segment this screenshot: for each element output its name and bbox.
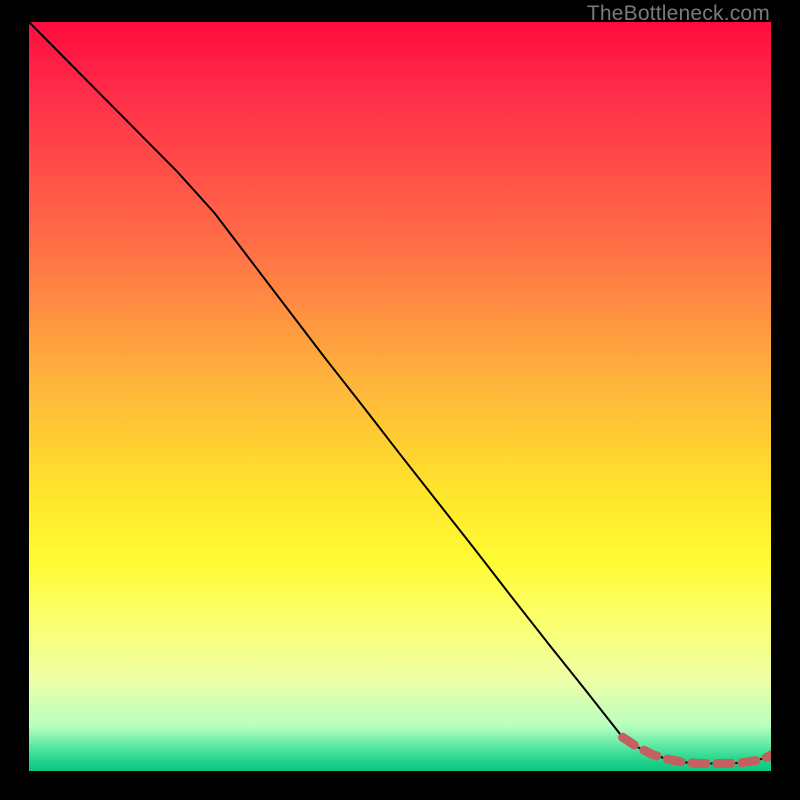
highlight-end-dot xyxy=(766,751,772,762)
curve-layer xyxy=(29,22,771,771)
bottleneck-curve xyxy=(29,22,771,764)
chart-frame: TheBottleneck.com xyxy=(0,0,800,800)
dashed-highlight xyxy=(623,737,771,763)
plot-area xyxy=(29,22,771,771)
